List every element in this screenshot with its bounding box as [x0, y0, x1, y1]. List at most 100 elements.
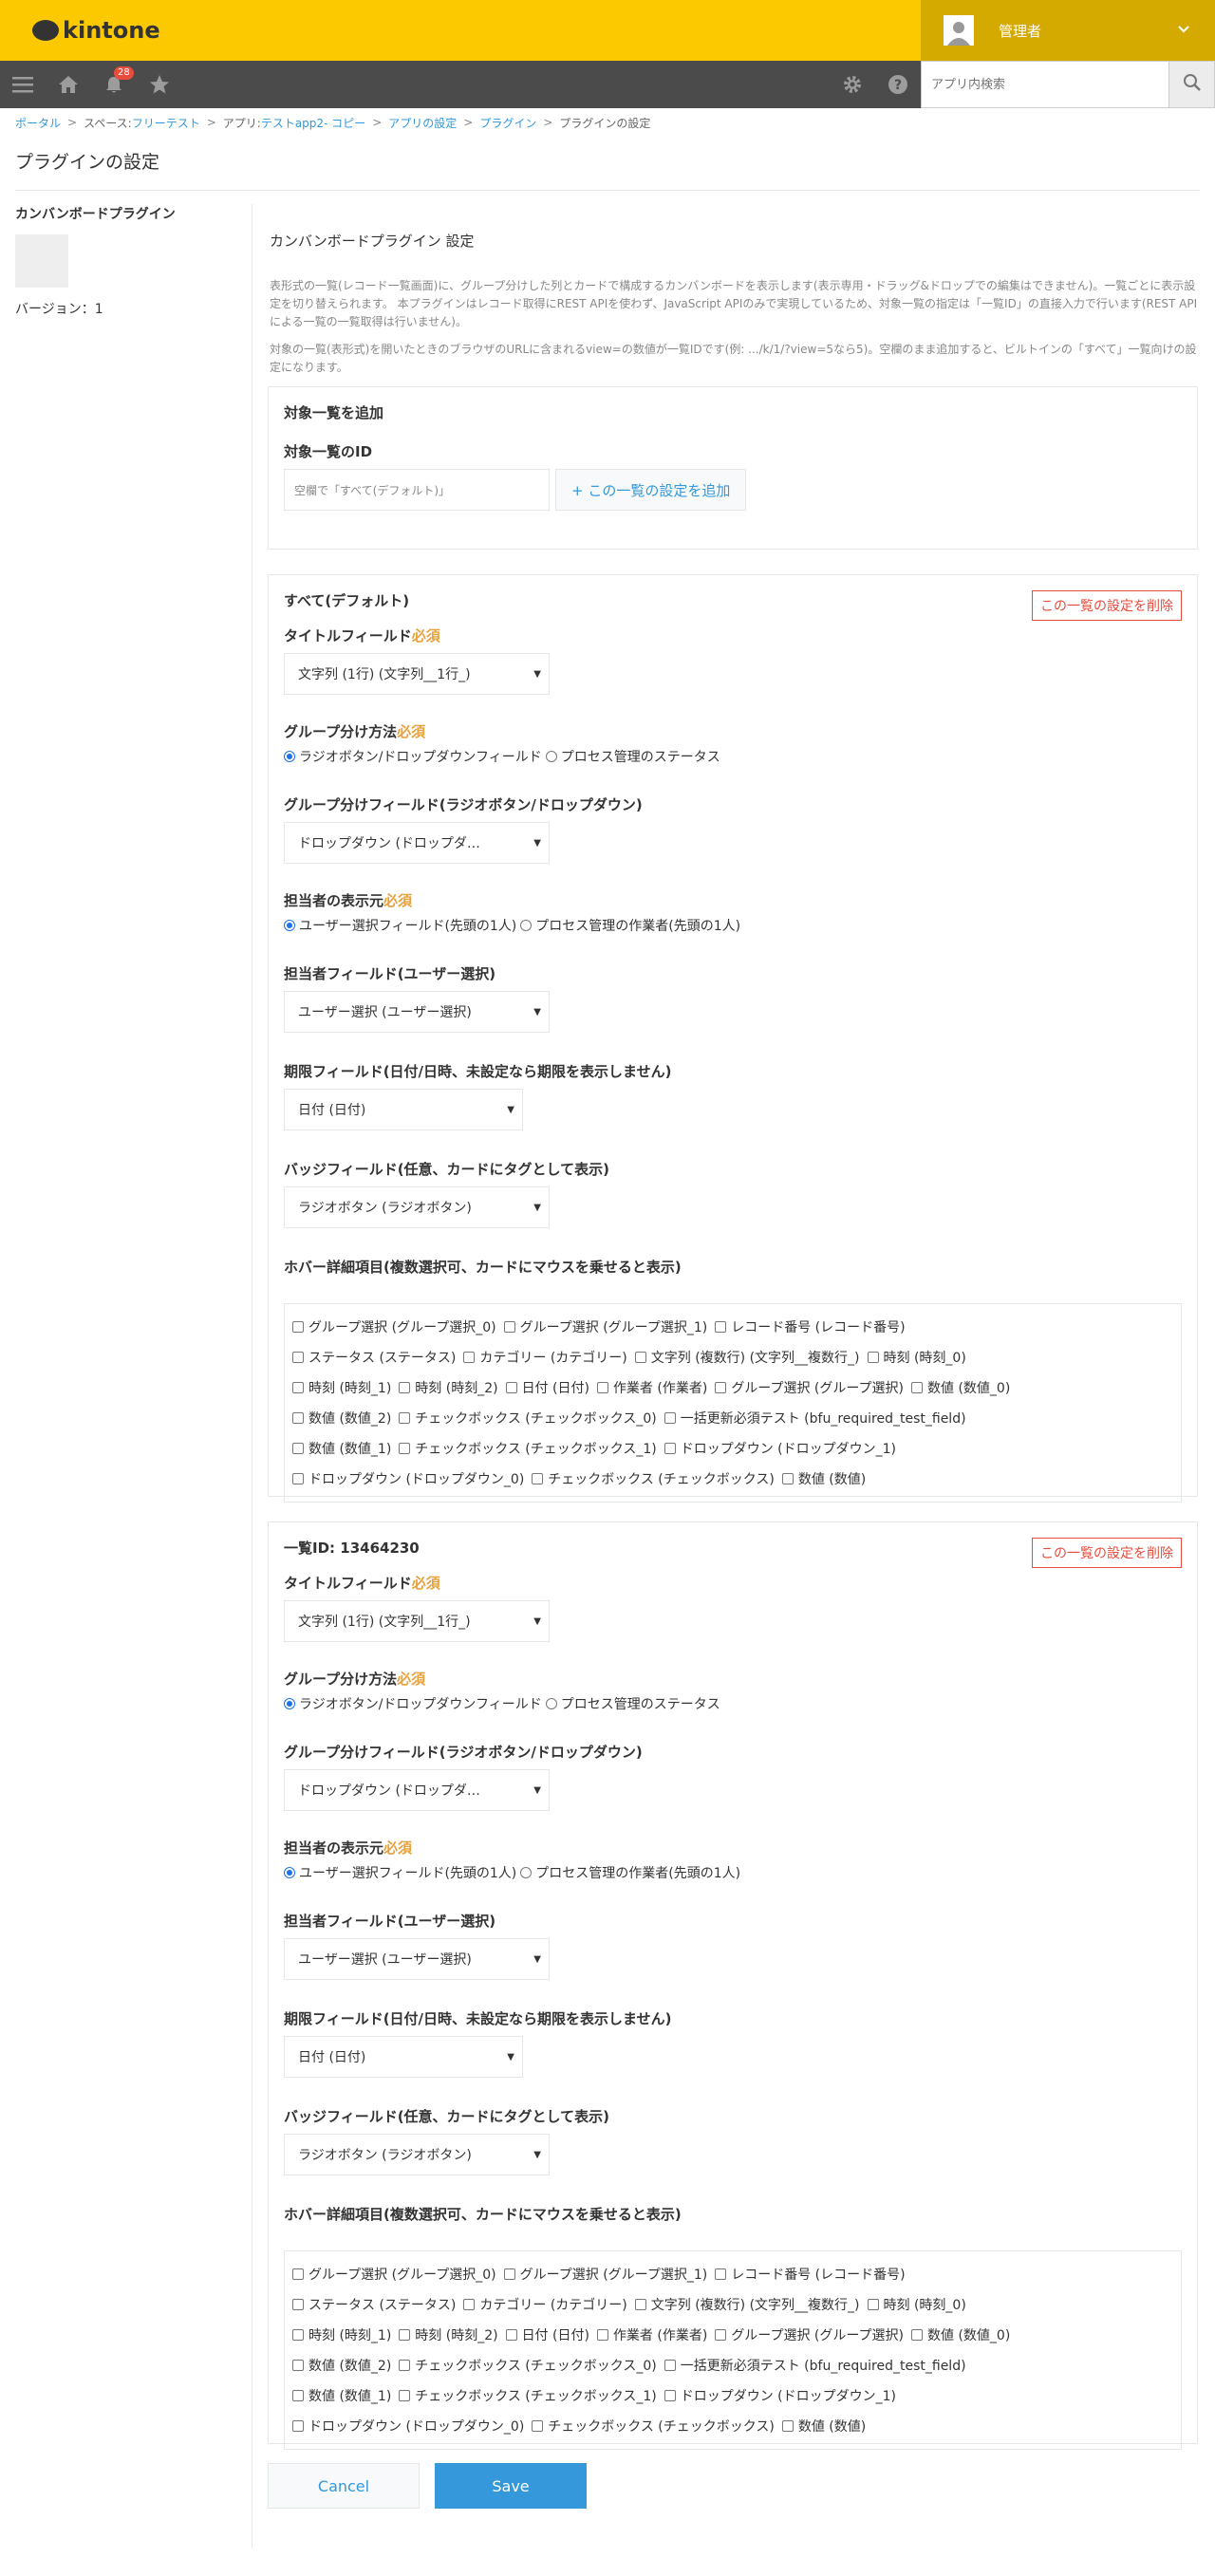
hover-field-option[interactable]: チェックボックス (チェックボックス_0)	[399, 2356, 657, 2375]
radio-group-field[interactable]	[284, 1698, 295, 1709]
hover-field-checkbox[interactable]	[463, 2299, 476, 2310]
hover-field-option[interactable]: 数値 (数値)	[781, 1469, 866, 1488]
hover-field-option[interactable]: ステータス (ステータス)	[292, 2295, 456, 2314]
hover-field-checkbox[interactable]	[292, 1321, 304, 1333]
hover-field-checkbox[interactable]	[399, 2360, 411, 2371]
hover-field-checkbox[interactable]	[399, 1412, 411, 1424]
hover-field-option[interactable]: チェックボックス (チェックボックス_0)	[399, 1409, 657, 1428]
hover-field-option[interactable]: 文字列 (複数行) (文字列__複数行_)	[634, 2295, 860, 2314]
hover-field-option[interactable]: 数値 (数値)	[781, 2417, 866, 2436]
delete-view-settings-button[interactable]: この一覧の設定を削除	[1032, 1538, 1182, 1568]
hover-field-option[interactable]: 日時 (日時_1)	[649, 2447, 748, 2449]
hover-field-option[interactable]: チェックボックス (チェックボックス_1)	[399, 2386, 657, 2405]
view-id-input[interactable]: 空欄で「すべて(デフォルト)」	[284, 469, 550, 511]
hover-field-checkbox[interactable]	[505, 2329, 517, 2341]
hover-field-checkbox[interactable]	[867, 1352, 879, 1363]
add-view-settings-button[interactable]: + この一覧の設定を追加	[555, 469, 747, 511]
radio-assignee-user[interactable]	[284, 1867, 295, 1878]
hover-field-checkbox[interactable]	[292, 1382, 304, 1393]
hover-field-option[interactable]: 数値 (数値_1)	[292, 1439, 391, 1458]
hover-field-checkbox[interactable]	[715, 1321, 727, 1333]
hover-field-checkbox[interactable]	[292, 2299, 304, 2310]
assignee-field-select[interactable]: ユーザー選択 (ユーザー選択) ▼	[284, 991, 550, 1033]
hover-field-option[interactable]: ドロップダウン (ドロップダウン_1)	[664, 1439, 896, 1458]
breadcrumb-space[interactable]: フリーテスト	[132, 115, 200, 131]
hover-field-checkbox[interactable]	[399, 2390, 411, 2401]
hover-field-checkbox[interactable]	[634, 1352, 646, 1363]
radio-group-process[interactable]	[545, 1698, 557, 1709]
hover-field-option[interactable]: 日時 (日時_1)	[649, 1500, 748, 1502]
hover-field-checkbox[interactable]	[911, 2329, 924, 2341]
title-field-select[interactable]: 文字列 (1行) (文字列__1行_) ▼	[284, 1600, 550, 1642]
radio-group-process[interactable]	[545, 751, 557, 762]
radio-assignee-process[interactable]	[520, 1867, 533, 1878]
hover-field-checkbox[interactable]	[503, 2268, 515, 2280]
hover-field-checkbox[interactable]	[292, 2420, 304, 2432]
hover-field-checkbox[interactable]	[532, 1473, 544, 1484]
hover-field-checkbox[interactable]	[463, 1352, 476, 1363]
cancel-button[interactable]: Cancel	[268, 2463, 420, 2509]
favorites-star-icon[interactable]	[137, 61, 182, 108]
badge-field-select[interactable]: ラジオボタン (ラジオボタン) ▼	[284, 2134, 550, 2175]
hover-field-checkbox[interactable]	[664, 1443, 676, 1454]
hover-field-option[interactable]: 作成日時 (作成日時)	[505, 2447, 642, 2449]
badge-field-select[interactable]: ラジオボタン (ラジオボタン) ▼	[284, 1186, 550, 1228]
hover-field-checkbox[interactable]	[664, 2390, 676, 2401]
hover-field-checkbox[interactable]	[781, 1473, 794, 1484]
hover-field-option[interactable]: ステータス (ステータス)	[292, 1348, 456, 1367]
hover-field-option[interactable]: 数値 (数値_1)	[292, 2386, 391, 2405]
hover-field-option[interactable]: 数値 (数値_0)	[911, 1378, 1010, 1397]
hover-field-option[interactable]: ドロップダウン (ドロップダウン_0)	[292, 1469, 524, 1488]
hover-field-checkbox[interactable]	[292, 1473, 304, 1484]
title-field-select[interactable]: 文字列 (1行) (文字列__1行_) ▼	[284, 653, 550, 695]
hover-field-checkbox[interactable]	[715, 1382, 727, 1393]
hover-field-option[interactable]: 時刻 (時刻_0)	[867, 2295, 966, 2314]
hover-field-option[interactable]: 時刻 (時刻_0)	[867, 1348, 966, 1367]
hover-field-option[interactable]: 文字列 (複数行) (文字列__複数行_)	[634, 1348, 860, 1367]
hover-field-option[interactable]: 作成日時 (作成日時)	[505, 1500, 642, 1502]
radio-group-field[interactable]	[284, 751, 295, 762]
hover-field-option[interactable]: 数値 (数値_0)	[911, 2325, 1010, 2344]
hover-field-option[interactable]: レコード番号 (レコード番号)	[715, 1317, 906, 1336]
hover-field-option[interactable]: 時刻 (時刻_2)	[399, 2325, 498, 2344]
kintone-logo[interactable]: kintone	[32, 17, 160, 44]
app-search-input[interactable]	[922, 62, 1168, 107]
hover-field-option[interactable]: 日付 (日付)	[505, 2325, 589, 2344]
hover-field-checkbox[interactable]	[399, 1382, 411, 1393]
hover-field-checkbox[interactable]	[664, 2360, 676, 2371]
hover-field-checkbox[interactable]	[781, 2420, 794, 2432]
hover-field-option[interactable]: グループ選択 (グループ選択_1)	[503, 1317, 707, 1336]
hover-field-option[interactable]: 作業者 (作業者)	[596, 2325, 707, 2344]
due-field-select[interactable]: 日付 (日付) ▼	[284, 2036, 523, 2078]
due-field-select[interactable]: 日付 (日付) ▼	[284, 1089, 523, 1130]
hover-field-option[interactable]: グループ選択 (グループ選択_0)	[292, 1317, 496, 1336]
hover-field-option[interactable]: 時刻 (時刻_2)	[399, 1378, 498, 1397]
hover-field-checkbox[interactable]	[292, 2390, 304, 2401]
hover-fields-list[interactable]: グループ選択 (グループ選択_0) グループ選択 (グループ選択_1) レコード番号…	[284, 2250, 1182, 2450]
radio-assignee-process[interactable]	[520, 920, 533, 931]
hover-field-option[interactable]: グループ選択 (グループ選択_0)	[292, 2265, 496, 2284]
hover-field-option[interactable]: 日付 (日付)	[505, 1378, 589, 1397]
delete-view-settings-button[interactable]: この一覧の設定を削除	[1032, 590, 1182, 621]
hover-field-option[interactable]: グループ選択 (グループ選択_1)	[503, 2265, 707, 2284]
menu-icon[interactable]	[0, 61, 46, 108]
hover-field-checkbox[interactable]	[664, 1412, 676, 1424]
hover-field-option[interactable]: チェックボックス (チェックボックス)	[532, 2417, 775, 2436]
hover-field-checkbox[interactable]	[399, 1443, 411, 1454]
hover-field-option[interactable]: 一括更新必須テスト (bfu_required_test_field)	[664, 1409, 966, 1428]
hover-field-checkbox[interactable]	[292, 2360, 304, 2371]
hover-field-checkbox[interactable]	[292, 2329, 304, 2341]
hover-field-option[interactable]: グループ選択 (グループ選択)	[715, 2325, 904, 2344]
help-icon[interactable]: ?	[875, 61, 921, 108]
hover-field-option[interactable]: 数値 (数値_2)	[292, 1409, 391, 1428]
search-button[interactable]	[1168, 62, 1214, 107]
hover-field-checkbox[interactable]	[399, 2329, 411, 2341]
hover-field-option[interactable]: 時刻 (時刻_1)	[292, 1378, 391, 1397]
breadcrumb-app[interactable]: テストapp2- コピー	[261, 115, 365, 131]
hover-field-option[interactable]: チェックボックス (チェックボックス)	[532, 1469, 775, 1488]
radio-assignee-user[interactable]	[284, 920, 295, 931]
hover-field-option[interactable]: カテゴリー (カテゴリー)	[463, 1348, 627, 1367]
hover-field-checkbox[interactable]	[292, 1352, 304, 1363]
hover-fields-list[interactable]: グループ選択 (グループ選択_0) グループ選択 (グループ選択_1) レコード番号…	[284, 1303, 1182, 1503]
hover-field-checkbox[interactable]	[911, 1382, 924, 1393]
